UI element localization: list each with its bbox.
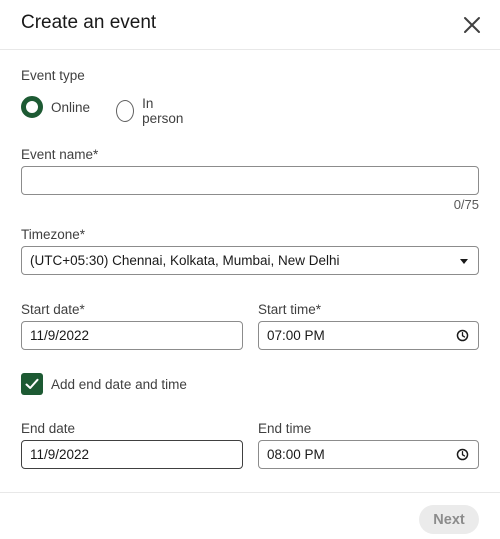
next-button[interactable]: Next xyxy=(419,505,479,534)
radio-online-indicator[interactable] xyxy=(21,96,43,118)
close-button[interactable] xyxy=(460,13,484,37)
end-date-toggle[interactable]: Add end date and time xyxy=(21,373,187,395)
modal-title: Create an event xyxy=(21,12,157,33)
start-time-input[interactable]: 07:00 PM xyxy=(258,321,479,350)
clock-icon[interactable] xyxy=(456,448,469,461)
close-icon xyxy=(464,17,480,33)
end-date-label: End date xyxy=(21,421,76,436)
timezone-select[interactable]: (UTC+05:30) Chennai, Kolkata, Mumbai, Ne… xyxy=(21,246,479,275)
event-name-counter: 0/75 xyxy=(453,197,479,212)
end-time-input[interactable]: 08:00 PM xyxy=(258,440,479,469)
event-name-input[interactable] xyxy=(21,166,479,195)
radio-in-person-indicator[interactable] xyxy=(116,100,135,122)
modal-header: Create an event xyxy=(0,0,500,50)
start-time-value: 07:00 PM xyxy=(267,328,325,343)
create-event-modal: Create an event Event type Online In per… xyxy=(0,0,500,539)
radio-in-person[interactable]: In person xyxy=(116,96,187,126)
timezone-value: (UTC+05:30) Chennai, Kolkata, Mumbai, Ne… xyxy=(30,253,340,268)
timezone-label: Timezone* xyxy=(21,227,86,242)
end-time-value: 08:00 PM xyxy=(267,447,325,462)
event-type-label: Event type xyxy=(21,68,85,83)
clock-icon[interactable] xyxy=(456,329,469,342)
radio-in-person-label: In person xyxy=(142,96,184,126)
start-date-label: Start date* xyxy=(21,302,85,317)
caret-down-icon xyxy=(460,259,468,264)
end-time-label: End time xyxy=(258,421,312,436)
start-date-input[interactable]: 11/9/2022 xyxy=(21,321,243,350)
radio-online[interactable]: Online xyxy=(21,96,90,118)
end-date-value: 11/9/2022 xyxy=(30,447,90,462)
start-date-value: 11/9/2022 xyxy=(30,328,90,343)
radio-online-label: Online xyxy=(51,99,91,115)
start-time-label: Start time* xyxy=(258,302,322,317)
end-date-checkbox-label: Add end date and time xyxy=(51,376,187,392)
end-date-input[interactable]: 11/9/2022 xyxy=(21,440,243,469)
event-name-label: Event name* xyxy=(21,147,99,162)
checkmark-icon xyxy=(25,378,39,389)
end-date-checkbox[interactable] xyxy=(21,373,43,395)
